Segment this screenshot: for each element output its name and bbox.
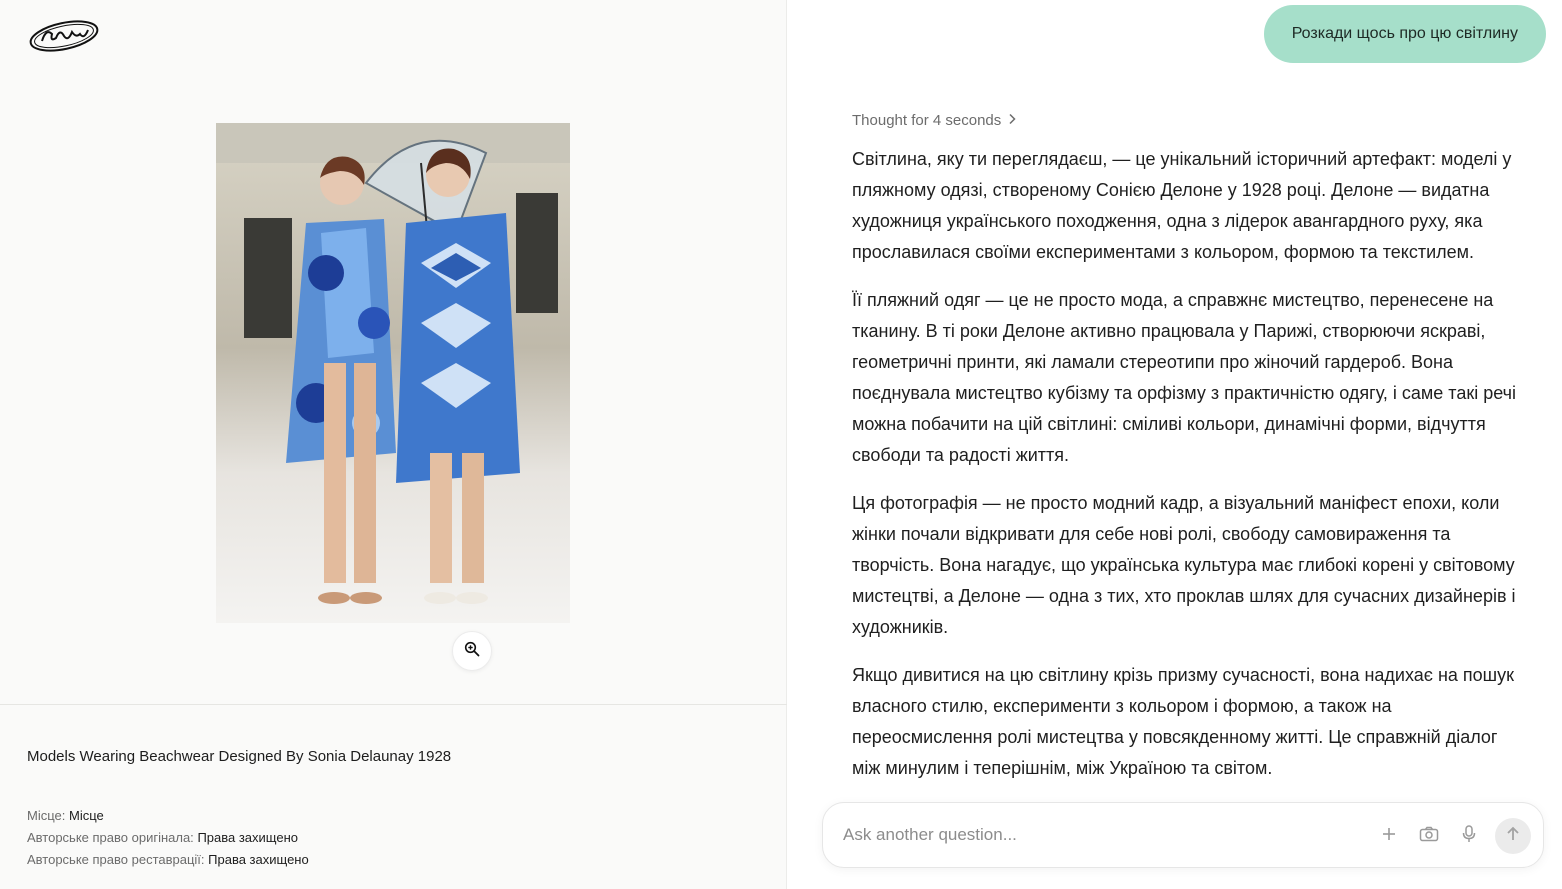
plus-icon <box>1381 826 1397 847</box>
meta-value: Права захищено <box>208 852 309 867</box>
chat-panel: Розкади щось про цю світлину Thought for… <box>788 0 1562 889</box>
assistant-answer: Світлина, яку ти переглядаєш, — це уніка… <box>852 144 1517 804</box>
meta-label: Місце: <box>27 808 66 823</box>
answer-paragraph: Якщо дивитися на цю світлину крізь призм… <box>852 665 1514 778</box>
meta-label: Авторське право оригінала: <box>27 830 194 845</box>
user-message-bubble: Розкади щось про цю світлину <box>1263 5 1546 63</box>
meta-value: Місце <box>68 808 104 823</box>
thought-toggle[interactable]: Thought for 4 seconds <box>852 112 1017 129</box>
meta-value: Права захищено <box>197 830 298 845</box>
send-button[interactable] <box>1495 818 1531 854</box>
question-input[interactable] <box>843 819 1363 851</box>
meta-restoration-copyright: Авторське право реставрації: Права захищ… <box>27 849 309 871</box>
panel-divider <box>0 704 787 705</box>
zoom-in-icon <box>464 641 480 662</box>
thought-label: Thought for 4 seconds <box>852 112 1002 129</box>
brand-logo[interactable] <box>28 16 102 56</box>
meta-location: Місце: Місце <box>27 805 309 827</box>
zoom-button[interactable] <box>452 631 492 671</box>
image-metadata: Місце: Місце Авторське право оригінала: … <box>27 805 309 871</box>
meta-original-copyright: Авторське право оригінала: Права захищен… <box>27 827 309 849</box>
chevron-right-icon <box>1007 112 1017 129</box>
answer-paragraph: Ця фотографія — не просто модний кадр, а… <box>852 493 1516 637</box>
artwork-photo[interactable] <box>216 123 570 623</box>
answer-paragraph: Світлина, яку ти переглядаєш, — це уніка… <box>852 149 1512 262</box>
meta-label: Авторське право реставрації: <box>27 852 205 867</box>
camera-icon <box>1419 826 1439 847</box>
answer-paragraph: Її пляжний одяг — це не просто мода, а с… <box>852 290 1517 465</box>
microphone-button[interactable] <box>1455 822 1483 850</box>
microphone-icon <box>1462 824 1476 848</box>
arrow-up-icon <box>1506 826 1520 847</box>
add-attachment-button[interactable] <box>1375 822 1403 850</box>
image-panel: Models Wearing Beachwear Designed By Son… <box>0 0 787 889</box>
message-composer <box>822 802 1544 868</box>
image-caption: Models Wearing Beachwear Designed By Son… <box>27 748 452 765</box>
camera-button[interactable] <box>1415 822 1443 850</box>
